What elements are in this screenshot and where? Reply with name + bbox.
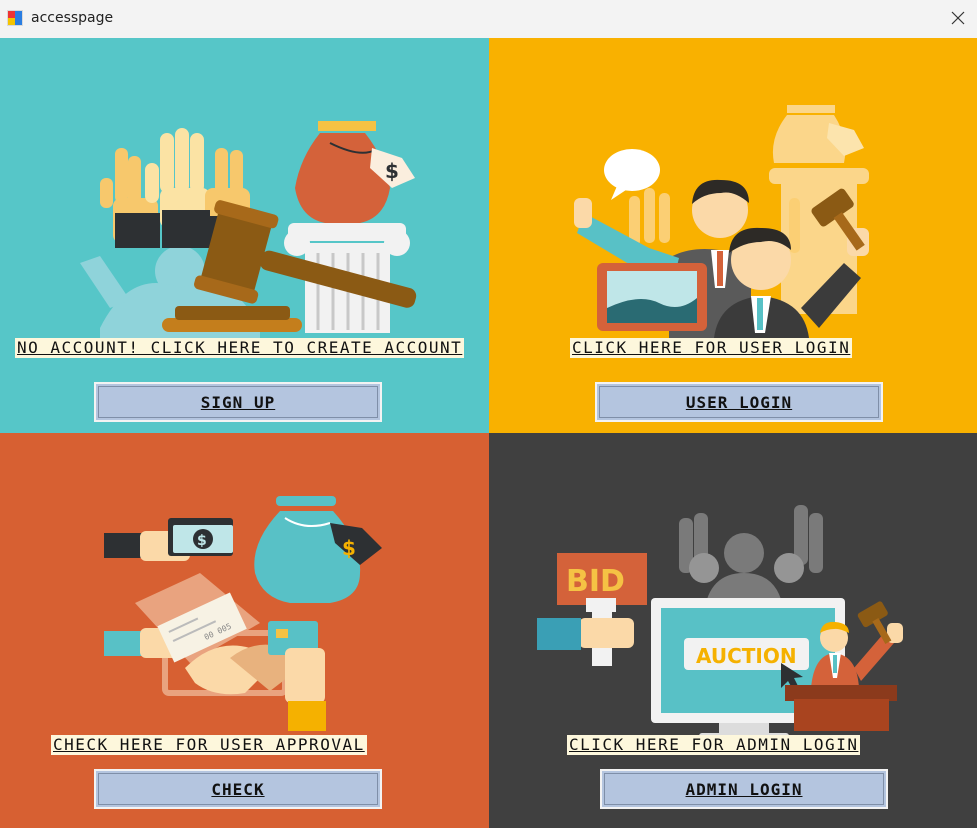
sign-up-button[interactable]: SIGN UP [94,382,382,422]
currency-symbol: $ [342,536,356,560]
approval-panel: $ $ 00 005 CHECK HERE FOR USER APPROVAL … [0,433,489,828]
create-account-caption[interactable]: NO ACCOUNT! CLICK HERE TO CREATE ACCOUNT [15,338,465,358]
window-title: accesspage [31,10,114,26]
svg-text:$: $ [197,533,207,549]
user-login-button[interactable]: USER LOGIN [595,382,883,422]
user-login-caption[interactable]: CLICK HERE FOR USER LOGIN [570,338,853,358]
app-icon [7,10,23,26]
admin-login-button[interactable]: ADMIN LOGIN [600,769,888,809]
user-approval-caption[interactable]: CHECK HERE FOR USER APPROVAL [51,735,367,755]
admin-panel: BID AUCTION CLICK HERE FOR ADMIN LOGIN A… [489,433,977,828]
svg-text:$: $ [385,159,399,183]
auction-hands-gavel-illustration: $ [80,121,417,338]
check-button[interactable]: CHECK [94,769,382,809]
close-icon[interactable] [949,9,967,27]
auction-crowd-illustration [574,105,869,338]
admin-login-caption[interactable]: CLICK HERE FOR ADMIN LOGIN [567,735,861,755]
title-bar: accesspage [0,0,977,38]
bid-sign-text: BID [566,564,625,599]
signup-panel: $ NO ACCOUNT! CLICK HERE TO CREATE ACCOU… [0,38,489,433]
user-panel: CLICK HERE FOR USER LOGIN USER LOGIN [489,38,977,433]
